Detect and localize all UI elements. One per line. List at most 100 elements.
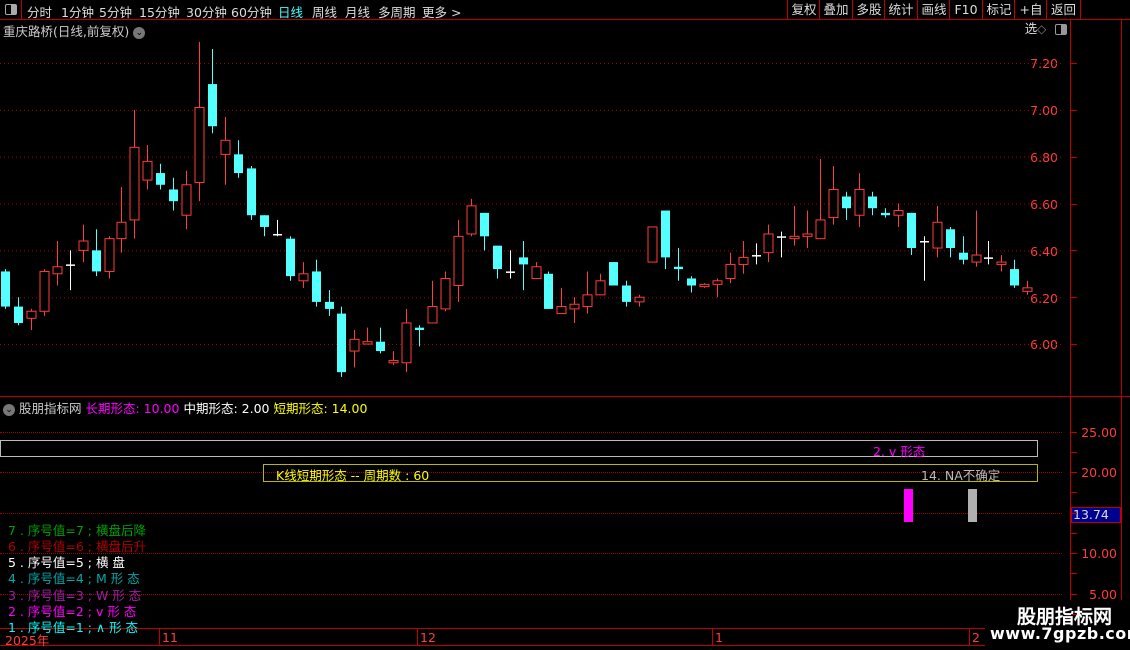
candle: [828, 166, 839, 225]
candle: [440, 271, 451, 312]
candle-body: [777, 236, 786, 238]
candle: [582, 271, 593, 314]
candle: [932, 205, 943, 258]
candle: [506, 250, 515, 279]
candle-body: [325, 301, 334, 309]
candle: [699, 283, 710, 288]
candle-body: [104, 238, 115, 272]
candle: [181, 170, 192, 230]
candle-body: [116, 221, 127, 240]
axis-tick: [1071, 63, 1077, 64]
axis-tick: [1071, 533, 1077, 534]
candle: [531, 262, 542, 279]
candle: [312, 259, 321, 307]
candle: [480, 212, 489, 251]
candle-body: [273, 233, 282, 236]
candle: [349, 329, 360, 368]
axis-tick: [1071, 110, 1077, 111]
candle-body: [1, 271, 10, 307]
candle: [26, 308, 37, 330]
candle: [893, 203, 904, 227]
candle-body: [1022, 287, 1033, 292]
candle-body: [712, 280, 723, 285]
candle: [415, 325, 424, 347]
grid-line: [0, 594, 1062, 595]
candle-body: [66, 264, 75, 266]
grid-line: [0, 513, 1062, 514]
candle: [14, 297, 23, 326]
candle-body: [971, 254, 982, 263]
candle: [78, 224, 89, 263]
time-label: 11: [162, 630, 178, 645]
mid-term-shape-label: 2. v 形态: [873, 444, 926, 459]
candle-body: [26, 310, 37, 319]
candle-body: [647, 226, 658, 263]
candlestick-chart: [0, 41, 1062, 377]
candle: [220, 116, 231, 185]
candle: [777, 231, 786, 258]
candle-body: [14, 306, 23, 323]
candle-body: [752, 255, 761, 257]
candle: [376, 327, 385, 354]
candle: [362, 327, 373, 345]
candle-body: [519, 257, 528, 265]
time-divider: [159, 628, 160, 645]
time-divider: [969, 628, 970, 645]
candle: [260, 215, 269, 237]
candle: [661, 210, 670, 270]
candle: [907, 212, 916, 256]
candle: [544, 271, 553, 309]
candle: [789, 205, 800, 246]
candle: [959, 236, 968, 265]
candle: [325, 290, 334, 316]
candle-body: [286, 238, 295, 277]
candle-body: [349, 338, 360, 352]
candle-body: [427, 306, 438, 324]
candle: [142, 144, 153, 190]
candle: [854, 173, 865, 227]
candle-body: [298, 273, 309, 282]
candle: [725, 252, 736, 284]
candle-body: [39, 270, 50, 312]
candle: [1010, 259, 1019, 288]
candle-body: [1010, 269, 1019, 286]
candle: [129, 109, 140, 239]
indicator-header: ⌄ 股朋指标网 长期形态: 10.00 中期形态: 2.00 短期形态: 14.…: [3, 398, 367, 417]
long-term-bar: [904, 489, 913, 522]
candle-body: [842, 196, 851, 209]
axis-tick: [1071, 432, 1077, 433]
axis-tick: [1071, 594, 1077, 595]
right-strip-border: [1121, 20, 1122, 650]
candle: [634, 294, 645, 307]
candle: [647, 226, 658, 263]
candle-body: [556, 306, 567, 315]
candle-body: [582, 294, 593, 308]
candle: [52, 240, 63, 286]
candle-body: [415, 327, 424, 330]
axis-tick: [1071, 492, 1077, 493]
candle: [815, 159, 826, 240]
time-label: 2025年: [5, 633, 50, 648]
candle: [569, 297, 580, 323]
axis-tick: [1071, 452, 1077, 453]
candle: [1022, 280, 1033, 295]
candle-body: [634, 296, 645, 303]
axis-tick: [1071, 297, 1077, 298]
candle-body: [789, 235, 800, 240]
candle: [92, 229, 101, 277]
candle: [39, 269, 50, 316]
candle-body: [376, 341, 385, 352]
chevron-down-icon[interactable]: ⌄: [3, 403, 15, 416]
candle-body: [595, 280, 606, 296]
panel-divider: [0, 396, 1130, 397]
candle: [156, 163, 165, 190]
short-term-title: K线短期形态 -- 周期数 : 60: [276, 468, 430, 483]
candle-body: [569, 303, 580, 310]
candle: [971, 210, 982, 267]
candle-body: [129, 146, 140, 221]
indicator-name: 股朋指标网: [18, 401, 82, 416]
candle-body: [802, 233, 813, 237]
candle-body: [815, 219, 826, 240]
candle-body: [622, 285, 631, 302]
candle: [622, 280, 631, 307]
